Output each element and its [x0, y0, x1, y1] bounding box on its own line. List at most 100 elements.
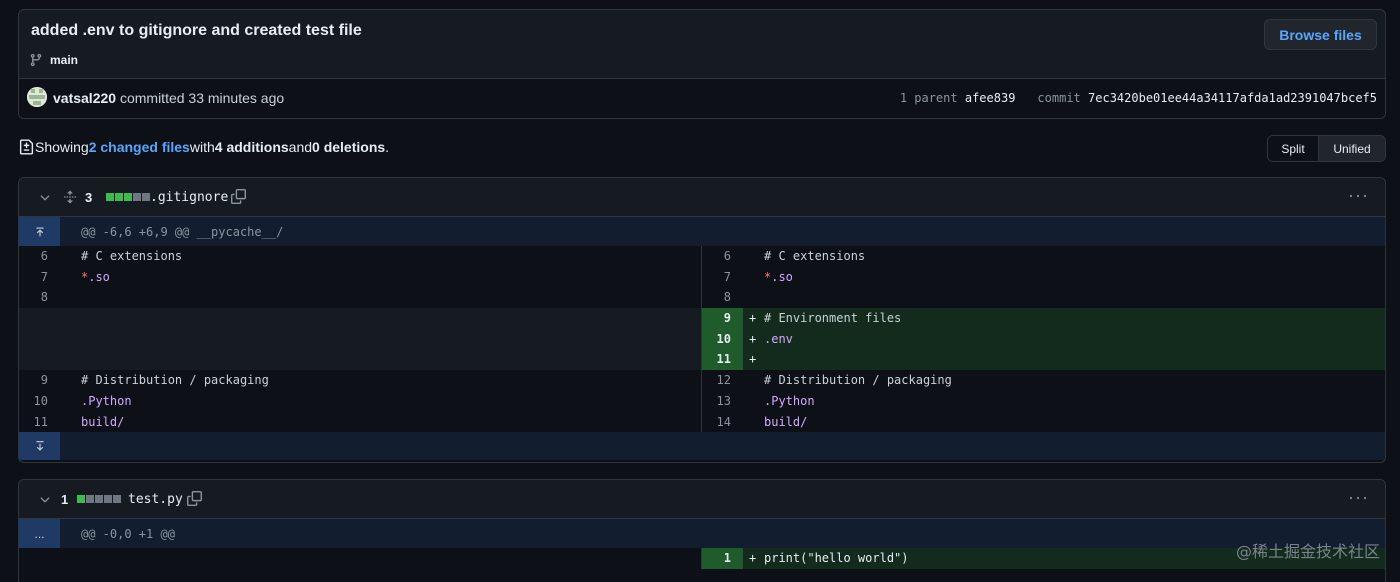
- kebab-menu-icon[interactable]: ···: [1348, 488, 1369, 506]
- code-line: build/: [764, 414, 808, 429]
- changed-files-link[interactable]: 2 changed files: [89, 139, 190, 155]
- code-line: # C extensions: [81, 249, 183, 263]
- watermark: @稀土掘金技术社区: [1235, 542, 1380, 561]
- commit-header: added .env to gitignore and created test…: [18, 9, 1386, 119]
- code-line: .Python: [764, 393, 815, 408]
- plus-marker: +: [749, 551, 757, 565]
- expand-down-icon[interactable]: [19, 432, 60, 461]
- line-number[interactable]: 11: [19, 412, 60, 433]
- expand-all-button[interactable]: ...: [19, 519, 60, 548]
- code-line: # Distribution / packaging: [81, 373, 269, 388]
- diff-line-count: 1: [61, 492, 69, 507]
- line-number[interactable]: 6: [702, 246, 743, 267]
- code-line: print("hello world"): [764, 551, 909, 565]
- empty-cell: [19, 308, 702, 329]
- diff-row-added: 11 +: [19, 349, 1385, 371]
- code-token: .so: [771, 269, 793, 284]
- unfold-icon[interactable]: [63, 190, 77, 204]
- empty-cell: [19, 328, 702, 350]
- file-name[interactable]: test.py: [128, 492, 183, 507]
- line-number[interactable]: 9: [702, 308, 743, 329]
- summary-text: .: [385, 139, 390, 155]
- diff-summary: Showing 2 changed files with 4 additions…: [19, 139, 389, 155]
- line-number[interactable]: 10: [702, 328, 743, 350]
- file-diff-icon: [19, 139, 34, 155]
- code-token: .so: [88, 269, 110, 284]
- diff-row-added: 9 + # Environment files: [19, 308, 1385, 329]
- line-number[interactable]: 12: [702, 370, 743, 391]
- kebab-menu-icon[interactable]: ···: [1348, 186, 1369, 204]
- line-number[interactable]: 13: [702, 391, 743, 412]
- plus-marker: +: [749, 352, 757, 367]
- commit-meta: 1 parent afee839 commit 7ec3420be01ee44a…: [900, 91, 1377, 105]
- line-number[interactable]: 6: [19, 246, 60, 267]
- line-number[interactable]: 7: [702, 267, 743, 288]
- commit-title: added .env to gitignore and created test…: [31, 22, 362, 39]
- line-number[interactable]: 11: [702, 349, 743, 371]
- git-branch-icon: [30, 53, 42, 67]
- line-number[interactable]: 8: [19, 287, 60, 308]
- commit-sha: 7ec3420be01ee44a34117afda1ad2391047bcef5: [1088, 91, 1377, 105]
- avatar[interactable]: [27, 87, 47, 107]
- copy-icon[interactable]: [231, 189, 246, 204]
- unified-view-button[interactable]: Unified: [1319, 136, 1385, 161]
- deletions-count: 0 deletions: [312, 139, 386, 155]
- chevron-down-icon[interactable]: [38, 493, 52, 507]
- diffstat-bar: [77, 495, 121, 503]
- code-line: # Environment files: [764, 311, 902, 326]
- file-diff-gitignore: 3 .gitignore ··· @@ -6,6 +6,9 @@ __pycac…: [18, 177, 1386, 463]
- line-number[interactable]: 1: [702, 548, 743, 569]
- hunk-text: @@ -0,0 +1 @@: [81, 526, 175, 541]
- additions-count: 4 additions: [214, 139, 289, 155]
- hunk-text: @@ -6,6 +6,9 @@ __pycache__/: [81, 224, 284, 239]
- code-line: # C extensions: [764, 249, 866, 263]
- summary-text: with: [189, 139, 215, 155]
- diff-row-added: 1 + print("hello world"): [19, 548, 1385, 569]
- code-line: *.so: [60, 267, 110, 288]
- diff-row: 11 build/ 14 build/: [19, 411, 1385, 433]
- commit-label: commit: [1037, 91, 1081, 105]
- summary-text: Showing: [35, 139, 89, 155]
- commit-time: committed 33 minutes ago: [116, 90, 285, 106]
- browse-files-button[interactable]: Browse files: [1264, 19, 1377, 50]
- file-name[interactable]: .gitignore: [150, 190, 228, 205]
- code-line: .Python: [81, 393, 132, 408]
- split-view-button[interactable]: Split: [1268, 136, 1319, 161]
- branch-indicator[interactable]: main: [29, 53, 78, 67]
- parent-sha-link[interactable]: afee839: [965, 91, 1016, 105]
- empty-cell: [19, 548, 702, 569]
- parent-label: 1 parent: [899, 91, 958, 105]
- copy-icon[interactable]: [187, 491, 202, 506]
- diffstat-bar: [106, 193, 150, 201]
- line-number[interactable]: 8: [702, 287, 743, 308]
- code-line: *.so: [743, 267, 793, 288]
- expand-up-icon[interactable]: [19, 217, 60, 246]
- summary-text: and: [288, 139, 313, 155]
- diff-row: 10 .Python 13 .Python: [19, 390, 1385, 412]
- hunk-header: @@ -6,6 +6,9 @@ __pycache__/: [19, 217, 1385, 246]
- diff-line-count: 3: [85, 190, 93, 205]
- diff-row: 6 # C extensions 6 # C extensions: [19, 246, 1385, 267]
- author-link[interactable]: vatsal220: [53, 90, 116, 106]
- file-diff-test-py: 1 test.py ··· ... @@ -0,0 +1 @@ 1 + print(…: [18, 479, 1386, 582]
- commit-author-line: vatsal220 committed 33 minutes ago: [53, 90, 284, 106]
- diff-view-toggle: Split Unified: [1267, 135, 1386, 162]
- expand-down-row: [19, 432, 1385, 461]
- diff-row: 8 8: [19, 287, 1385, 309]
- line-number[interactable]: 7: [19, 267, 60, 288]
- hunk-header: ... @@ -0,0 +1 @@: [19, 519, 1385, 548]
- code-line: build/: [81, 414, 125, 429]
- diff-row: 9 # Distribution / packaging 12 # Distribu…: [19, 370, 1385, 391]
- plus-marker: +: [749, 311, 757, 326]
- chevron-down-icon[interactable]: [38, 191, 52, 205]
- line-number[interactable]: 10: [19, 391, 60, 412]
- branch-name: main: [50, 53, 79, 67]
- line-number[interactable]: 9: [19, 370, 60, 391]
- code-line: # Distribution / packaging: [764, 373, 952, 388]
- empty-cell: [19, 349, 702, 371]
- line-number[interactable]: 14: [702, 412, 743, 433]
- diff-row: 7 *.so 7 *.so: [19, 266, 1385, 288]
- diff-row-added: 10 + .env: [19, 328, 1385, 350]
